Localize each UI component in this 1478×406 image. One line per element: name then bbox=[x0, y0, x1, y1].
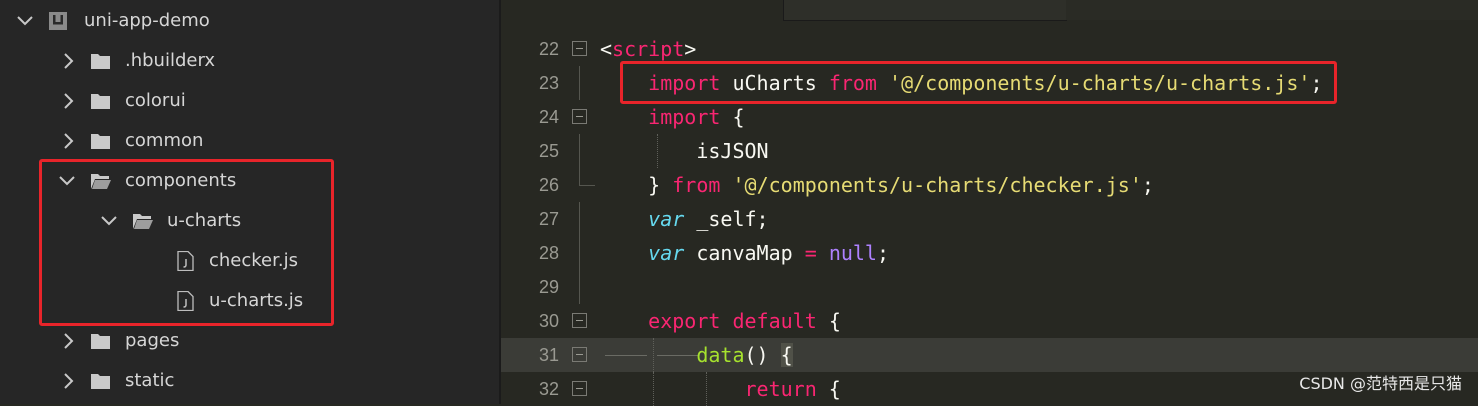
chevron-right-icon[interactable] bbox=[60, 372, 78, 390]
line-number: 32 bbox=[538, 379, 559, 399]
tree-item-label: static bbox=[125, 370, 175, 391]
line-number: 23 bbox=[538, 73, 559, 93]
code-text: data() { bbox=[696, 343, 793, 367]
tree-item-common[interactable]: common bbox=[0, 121, 500, 161]
editor-tab[interactable] bbox=[783, 0, 1067, 21]
tree-item-project[interactable]: uni-app-demo bbox=[0, 1, 500, 41]
code-line-24[interactable]: 24 import { bbox=[501, 100, 1478, 134]
line-number: 31 bbox=[538, 345, 559, 365]
fold-end-guide bbox=[579, 168, 595, 186]
line-number: 27 bbox=[538, 209, 559, 229]
fold-guide bbox=[579, 270, 580, 304]
tree-item-static[interactable]: static bbox=[0, 361, 500, 401]
chevron-right-icon[interactable] bbox=[60, 132, 78, 150]
line-number: 29 bbox=[538, 277, 559, 297]
fold-guide bbox=[579, 134, 580, 168]
code-line-31[interactable]: 31 data() { bbox=[501, 338, 1478, 372]
fold-guide bbox=[579, 202, 580, 236]
code-text: var canvaMap = null; bbox=[648, 241, 890, 265]
line-number: 26 bbox=[538, 175, 559, 195]
fold-toggle-icon[interactable] bbox=[572, 381, 587, 396]
fold-guide bbox=[579, 236, 580, 270]
code-text: export default { bbox=[648, 309, 841, 333]
code-text: } from '@/components/u-charts/checker.js… bbox=[648, 173, 1154, 197]
fold-toggle-icon[interactable] bbox=[572, 41, 587, 56]
code-line-29[interactable]: 29 bbox=[501, 270, 1478, 304]
tree-item-label: common bbox=[125, 130, 204, 151]
tree-item-colorui[interactable]: colorui bbox=[0, 81, 500, 121]
watermark: CSDN @范特西是只猫 bbox=[1299, 374, 1462, 393]
folder-icon bbox=[91, 334, 110, 349]
chevron-down-icon[interactable] bbox=[16, 12, 34, 30]
tree-item-hbuilderx[interactable]: .hbuilderx bbox=[0, 41, 500, 81]
file-explorer: uni-app-demo .hbuilderx colorui common c… bbox=[0, 0, 500, 404]
line-number: 25 bbox=[538, 141, 559, 161]
code-text: return { bbox=[744, 377, 841, 401]
line-number: 30 bbox=[538, 311, 559, 331]
line-number: 22 bbox=[538, 39, 559, 59]
chevron-right-icon[interactable] bbox=[60, 92, 78, 110]
project-icon bbox=[49, 12, 67, 30]
highlight-box-components bbox=[39, 159, 334, 326]
folder-icon bbox=[91, 134, 110, 149]
fold-toggle-icon[interactable] bbox=[572, 347, 587, 362]
folder-icon bbox=[91, 374, 110, 389]
project-name: uni-app-demo bbox=[84, 10, 210, 31]
code-line-25[interactable]: 25 isJSON bbox=[501, 134, 1478, 168]
code-line-26[interactable]: 26 } from '@/components/u-charts/checker… bbox=[501, 168, 1478, 202]
code-text: import { bbox=[648, 105, 745, 129]
tree-item-label: pages bbox=[125, 330, 180, 351]
code-text: var _self; bbox=[648, 207, 769, 231]
line-number: 28 bbox=[538, 243, 559, 263]
tree-item-label: colorui bbox=[125, 90, 186, 111]
chevron-right-icon[interactable] bbox=[60, 52, 78, 70]
fold-toggle-icon[interactable] bbox=[572, 313, 587, 328]
code-line-30[interactable]: 30 export default { bbox=[501, 304, 1478, 338]
highlight-box-import bbox=[620, 61, 1337, 104]
fold-toggle-icon[interactable] bbox=[572, 109, 587, 124]
code-line-27[interactable]: 27 var _self; bbox=[501, 202, 1478, 236]
code-line-28[interactable]: 28 var canvaMap = null; bbox=[501, 236, 1478, 270]
tree-item-label: .hbuilderx bbox=[125, 50, 216, 71]
tab-bar-empty bbox=[1066, 0, 1478, 20]
folder-icon bbox=[91, 94, 110, 109]
code-text: isJSON bbox=[696, 139, 769, 163]
tree-item-pages[interactable]: pages bbox=[0, 321, 500, 361]
line-number: 24 bbox=[538, 107, 559, 127]
chevron-right-icon[interactable] bbox=[60, 332, 78, 350]
fold-guide bbox=[579, 66, 580, 100]
folder-icon bbox=[91, 54, 110, 69]
code-editor[interactable]: 22 <script> 23 import uCharts from '@/co… bbox=[501, 0, 1478, 406]
